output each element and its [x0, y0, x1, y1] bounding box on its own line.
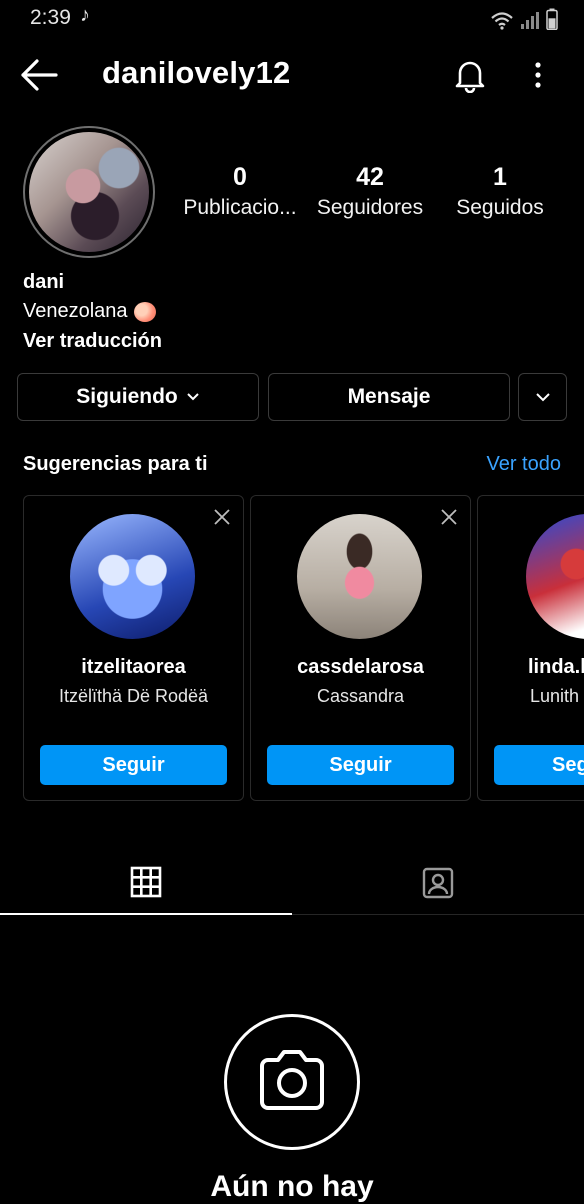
stat-followers-label: Seguidores — [316, 196, 424, 219]
follow-button[interactable]: Seguir — [40, 745, 227, 785]
back-arrow-icon[interactable] — [20, 58, 58, 92]
status-icons — [490, 8, 558, 30]
close-icon[interactable] — [213, 508, 231, 526]
suggestion-avatar[interactable] — [526, 514, 584, 639]
suggestion-card[interactable]: itzelitaorea Itzëlïthä Dë Rodëä Seguir — [23, 495, 244, 801]
following-button[interactable]: Siguiendo — [17, 373, 259, 421]
stat-following[interactable]: 1 Seguidos — [440, 162, 560, 220]
suggestion-avatar[interactable] — [297, 514, 422, 639]
tab-divider — [292, 914, 584, 915]
empty-state-title: Aún no hay — [210, 1170, 374, 1203]
bio-text: Venezolana — [23, 300, 128, 322]
peach-emoji-icon — [133, 301, 156, 322]
tagged-person-icon[interactable] — [421, 866, 455, 900]
avatar[interactable] — [29, 132, 149, 252]
suggestions-toggle-button[interactable] — [518, 373, 567, 421]
suggestion-name: Lunith — [530, 686, 580, 706]
stat-posts[interactable]: 0 Publicacio... — [180, 162, 300, 220]
see-translation-link[interactable]: Ver traducción — [23, 330, 162, 353]
wifi-icon — [491, 12, 513, 30]
suggestions-title: Sugerencias para ti — [23, 453, 208, 475]
close-icon[interactable] — [440, 508, 458, 526]
bio-name: dani — [23, 271, 65, 293]
signal-icon — [521, 12, 539, 29]
chevron-down-icon — [187, 393, 199, 401]
chevron-down-icon — [535, 393, 550, 402]
suggestion-avatar[interactable] — [70, 514, 195, 639]
grid-icon[interactable] — [130, 866, 162, 898]
stat-following-value: 1 — [493, 163, 507, 191]
suggestion-handle[interactable]: itzelitaorea — [24, 656, 243, 679]
music-note-icon: ♪ — [80, 4, 90, 26]
suggestion-name: Itzëlïthä Dë Rodëä — [58, 686, 209, 706]
suggestion-name: Cassandra — [316, 686, 405, 706]
stat-following-label: Seguidos — [456, 196, 544, 219]
follow-button[interactable]: Seg — [494, 745, 584, 785]
camera-icon — [260, 1050, 324, 1110]
suggestion-card[interactable]: linda.l Lunith Seg — [477, 495, 584, 801]
suggestion-card[interactable]: cassdelarosa Cassandra Seguir — [250, 495, 471, 801]
stat-posts-value: 0 — [233, 163, 247, 191]
message-button-label: Mensaje — [347, 385, 431, 408]
message-button[interactable]: Mensaje — [268, 373, 510, 421]
bell-icon[interactable] — [452, 57, 488, 93]
active-tab-indicator — [0, 913, 292, 915]
suggestion-handle[interactable]: cassdelarosa — [251, 656, 470, 679]
stat-followers[interactable]: 42 Seguidores — [310, 162, 430, 220]
follow-button[interactable]: Seguir — [267, 745, 454, 785]
following-button-label: Siguiendo — [76, 385, 178, 408]
see-all-link[interactable]: Ver todo — [486, 453, 561, 476]
suggestion-handle[interactable]: linda.l — [528, 656, 584, 679]
stat-posts-label: Publicacio... — [183, 196, 297, 219]
battery-icon — [546, 8, 558, 30]
profile-username: danilovely12 — [102, 55, 291, 90]
stat-followers-value: 42 — [356, 163, 384, 191]
more-options-icon[interactable] — [528, 60, 548, 90]
bio-text-row: Venezolana — [23, 300, 156, 323]
status-time: 2:39 — [30, 6, 71, 29]
